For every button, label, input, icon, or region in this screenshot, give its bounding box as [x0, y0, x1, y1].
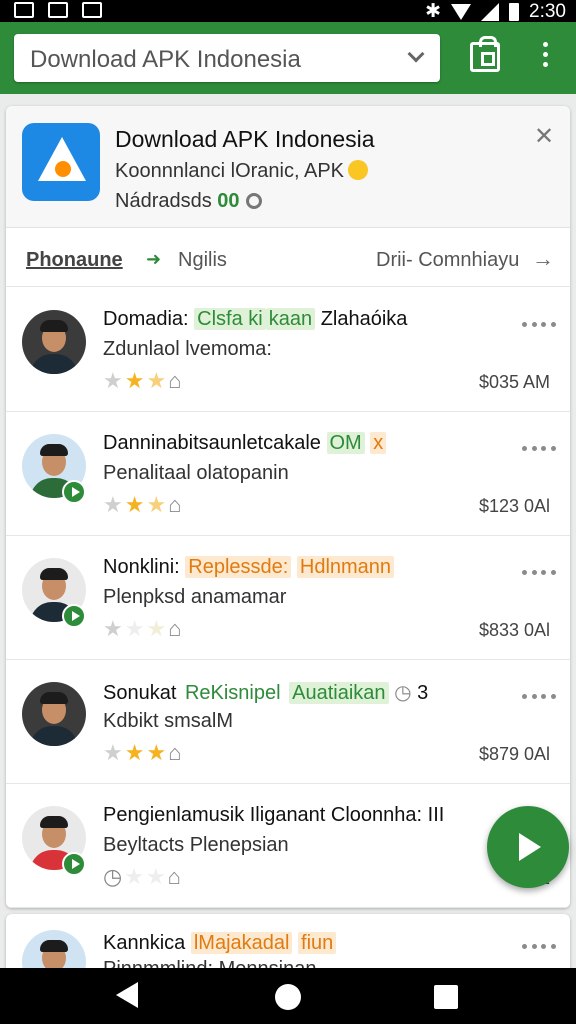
- award-icon: ⌂: [168, 492, 184, 517]
- rating-stars: ◷★★⌂: [103, 864, 183, 889]
- search-value: Download APK Indonesia: [30, 46, 301, 73]
- item-title: Nonklini: Replessde: Hdlnmann: [103, 556, 395, 579]
- wifi-icon: [451, 3, 472, 20]
- item-title: Kannkica lMajakadal fiun: [103, 932, 337, 955]
- tab-ngilis[interactable]: Ngilis: [178, 249, 227, 272]
- status-bar: ✱ 2:30: [0, 0, 576, 22]
- more-horiz-icon[interactable]: [522, 944, 556, 950]
- item-title: Danninabitsaunletcakale OM x: [103, 432, 387, 455]
- clock-icon: ◷: [103, 864, 125, 889]
- rating-stars: ★★★⌂: [103, 740, 184, 765]
- item-title: Domadia: Clsfa ki kaan Zlahaóika: [103, 308, 408, 330]
- app-subtitle: Koonnnlanci lOranic, APK: [115, 160, 369, 183]
- list-item[interactable]: Pengienlamusik Iliganant Cloonnha: III B…: [6, 784, 570, 908]
- forward-arrow-icon[interactable]: →: [532, 246, 554, 272]
- item-price: $035 AM: [478, 372, 550, 392]
- tab-phonaune[interactable]: Phonaune: [26, 249, 123, 272]
- home-icon[interactable]: [275, 984, 301, 1010]
- info-icon: [245, 193, 262, 209]
- list-item[interactable]: Nonklini: Replessde: Hdlnmann Plenpksd a…: [6, 536, 570, 660]
- avatar: [22, 310, 86, 374]
- shopping-bag-icon[interactable]: [470, 36, 500, 72]
- clock-icon: ◷: [394, 682, 412, 704]
- signal-icon: [481, 2, 500, 21]
- avatar: [22, 682, 86, 746]
- list-item[interactable]: Domadia: Clsfa ki kaan Zlahaóika Zdunlaol…: [6, 288, 570, 412]
- more-horiz-icon[interactable]: [522, 322, 556, 328]
- item-title: Sonukat ReKisnipel Auatiaikan ◷ 3: [103, 682, 429, 704]
- award-icon: ⌂: [168, 740, 184, 765]
- item-price: $833 0Al: [478, 620, 550, 640]
- more-horiz-icon[interactable]: [522, 446, 556, 452]
- close-icon[interactable]: ✕: [534, 122, 554, 151]
- app-header[interactable]: Download APK Indonesia Koonnnlanci lOran…: [6, 106, 570, 228]
- chevron-down-icon[interactable]: [407, 45, 425, 63]
- results-card: Download APK Indonesia Koonnnlanci lOran…: [6, 106, 570, 908]
- award-icon: ⌂: [167, 864, 183, 889]
- item-subtitle: Zdunlaol lvemoma:: [103, 338, 272, 360]
- list-item[interactable]: Danninabitsaunletcakale OM x Penalitaal …: [6, 412, 570, 536]
- bluetooth-icon: ✱: [425, 1, 442, 22]
- app-title: Download APK Indonesia: [115, 126, 375, 152]
- photo-notification-icon: [82, 2, 102, 18]
- item-subtitle: Penalitaal olatopanin: [103, 462, 289, 484]
- award-icon: ⌂: [168, 616, 184, 641]
- more-horiz-icon[interactable]: [522, 694, 556, 700]
- tab-community[interactable]: Drii- Comnhiayu: [376, 249, 519, 272]
- mail-notification-icon: [48, 2, 68, 18]
- item-subtitle: Kdbikt smsalM: [103, 710, 234, 732]
- rating-stars: ★★★⌂: [103, 616, 184, 641]
- list-item[interactable]: Sonukat ReKisnipel Auatiaikan ◷ 3 Kdbikt…: [6, 660, 570, 784]
- item-subtitle: Plenpksd anamamar: [103, 586, 287, 608]
- item-price: $879 0Al: [478, 744, 550, 764]
- play-fab-button[interactable]: [487, 806, 569, 888]
- search-input[interactable]: Download APK Indonesia: [14, 34, 440, 82]
- play-badge-icon: [62, 852, 86, 876]
- status-time: 2:30: [529, 0, 566, 22]
- item-title: Pengienlamusik Iliganant Cloonnha: III: [103, 804, 445, 826]
- more-vert-icon[interactable]: [538, 42, 552, 74]
- filter-tabs: Phonaune ➜ Ngilis Drii- Comnhiayu →: [6, 229, 570, 287]
- award-icon: ⌂: [168, 368, 184, 393]
- app-toolbar: Download APK Indonesia: [0, 22, 576, 94]
- back-icon[interactable]: [116, 982, 138, 1008]
- play-badge-icon: [62, 604, 86, 628]
- app-logo-icon: [22, 123, 100, 201]
- smiley-icon: [348, 160, 369, 180]
- rating-stars: ★★★⌂: [103, 368, 184, 393]
- battery-icon: [509, 2, 520, 21]
- rating-stars: ★★★⌂: [103, 492, 184, 517]
- item-price: $123 0Al: [478, 496, 550, 516]
- system-nav-bar: [0, 968, 576, 1024]
- recents-icon[interactable]: [434, 985, 458, 1009]
- app-meta: Nádradsds 00: [115, 190, 262, 213]
- notification-icons: [14, 2, 102, 18]
- more-horiz-icon[interactable]: [522, 570, 556, 576]
- play-badge-icon: [62, 480, 86, 504]
- arrow-right-icon: ➜: [146, 249, 162, 269]
- image-notification-icon: [14, 2, 34, 18]
- item-subtitle: Beyltacts Plenepsian: [103, 834, 289, 856]
